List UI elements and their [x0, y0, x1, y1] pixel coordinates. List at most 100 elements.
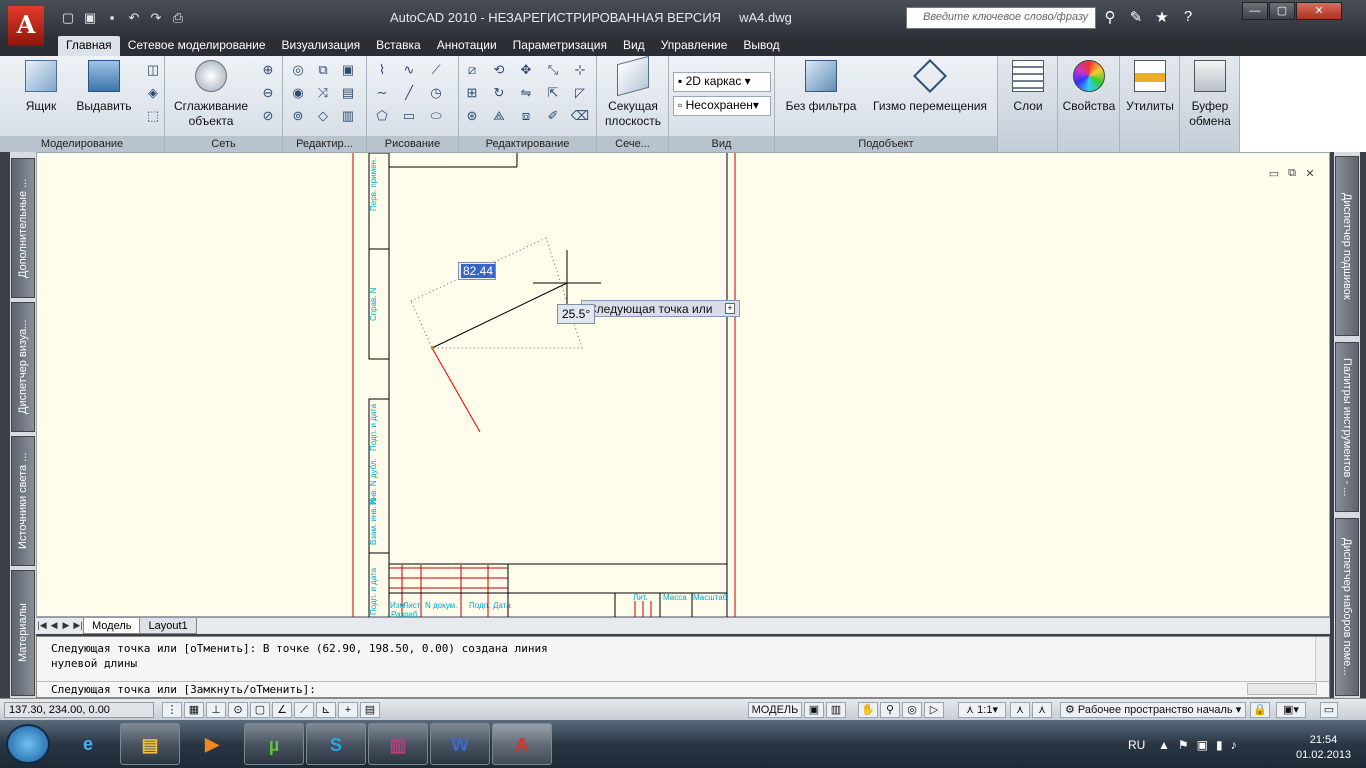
polygon-icon[interactable]: ⬠: [371, 106, 393, 126]
next-layout-arrow[interactable]: ▶: [60, 618, 72, 632]
minimize-button[interactable]: —: [1242, 2, 1268, 20]
first-layout-arrow[interactable]: |◀: [36, 618, 48, 632]
chamfer-icon[interactable]: ◸: [569, 83, 591, 103]
wrench-icon[interactable]: ✎: [1126, 8, 1146, 26]
mesh-add-icon[interactable]: ⊕: [257, 60, 279, 80]
steering-wheel-icon[interactable]: ◎: [902, 702, 922, 718]
solid-box-icon[interactable]: ▣: [337, 60, 359, 80]
workspace-switch[interactable]: ⚙ Рабочее пространство началь ▾: [1060, 702, 1246, 718]
layout2-icon[interactable]: ▥: [826, 702, 846, 718]
panel-label-solid-edit[interactable]: Редактир...: [283, 136, 366, 152]
lineweight-toggle[interactable]: ▤: [360, 702, 380, 718]
panel-label-modeling[interactable]: Моделирование: [0, 136, 164, 152]
panel-label-subobject[interactable]: Подобъект: [775, 136, 997, 152]
dyn-toggle[interactable]: +: [338, 702, 358, 718]
palette-tab-additional[interactable]: Дополнительные ...: [11, 158, 35, 298]
helix-icon[interactable]: ∿: [398, 60, 420, 80]
zoom-icon[interactable]: ⚲: [880, 702, 900, 718]
extrude-button[interactable]: Выдавить: [72, 60, 136, 114]
tab-layout1[interactable]: Layout1: [139, 618, 197, 634]
word-icon[interactable]: W: [430, 723, 490, 765]
utorrent-icon[interactable]: µ: [244, 723, 304, 765]
lock-icon[interactable]: 🔒: [1250, 702, 1270, 718]
thicken-icon[interactable]: ◇: [312, 106, 334, 126]
viewport-close-button[interactable]: ✕: [1303, 167, 1317, 180]
close-button[interactable]: ✕: [1296, 2, 1342, 20]
command-hscroll[interactable]: [1247, 683, 1317, 695]
tab-render[interactable]: Визуализация: [274, 36, 369, 56]
polyline-icon[interactable]: ⌇: [371, 60, 393, 80]
annotation-scale[interactable]: ⋏ 1:1▾: [958, 702, 1006, 718]
align-icon[interactable]: ⟁: [488, 106, 510, 126]
help-icon[interactable]: ?: [1178, 8, 1198, 26]
rotate-icon[interactable]: ↻: [488, 83, 510, 103]
mirror-icon[interactable]: ⇋: [515, 83, 537, 103]
tab-model[interactable]: Модель: [83, 618, 141, 634]
panel-label-view[interactable]: Вид: [669, 136, 774, 152]
subtract-icon[interactable]: ◉: [287, 83, 309, 103]
star-icon[interactable]: ★: [1152, 8, 1172, 26]
tab-home[interactable]: Главная: [58, 36, 120, 56]
coordinates-readout[interactable]: 137.30, 234.00, 0.00: [4, 702, 154, 718]
save-icon[interactable]: ▪: [102, 8, 122, 28]
clean-screen-icon[interactable]: ▭: [1320, 702, 1338, 718]
offset-icon[interactable]: ⧈: [515, 106, 537, 126]
redo-icon[interactable]: ↷: [146, 8, 166, 28]
3darray-icon[interactable]: ⊛: [461, 106, 483, 126]
union-icon[interactable]: ◎: [287, 60, 309, 80]
maximize-button[interactable]: ▢: [1269, 2, 1295, 20]
layers-button[interactable]: Слои: [1002, 60, 1054, 114]
winrar-icon[interactable]: ▥: [368, 723, 428, 765]
tab-manage[interactable]: Управление: [653, 36, 736, 56]
line-icon[interactable]: ⟋: [425, 60, 447, 80]
tray-volume-icon[interactable]: ♪: [1231, 738, 1237, 752]
sweep-icon[interactable]: ⬚: [142, 106, 164, 126]
trim-icon[interactable]: ⊹: [569, 60, 591, 80]
layout-icon[interactable]: ▣: [804, 702, 824, 718]
palette-tab-visual-styles[interactable]: Диспетчер визуа...: [11, 302, 35, 432]
model-toggle[interactable]: МОДЕЛЬ: [748, 702, 802, 718]
application-menu-button[interactable]: A: [8, 6, 44, 46]
dynamic-input-length[interactable]: 82.44: [458, 262, 496, 280]
viewport-minimize-button[interactable]: ▭: [1267, 167, 1281, 180]
tab-mesh-modeling[interactable]: Сетевое моделирование: [120, 36, 274, 56]
prompt-options-icon[interactable]: +: [725, 303, 735, 314]
ellipse-icon[interactable]: ⬭: [425, 106, 447, 126]
erase-icon[interactable]: ⌫: [569, 106, 591, 126]
hardware-accel-icon[interactable]: ▣▾: [1276, 702, 1306, 718]
autocad-icon[interactable]: A: [492, 723, 552, 765]
showmotion-icon[interactable]: ▷: [924, 702, 944, 718]
section-plane-button[interactable]: Секущая плоскость: [601, 55, 665, 129]
palette-tab-markup-sets[interactable]: Диспетчер наборов поме...: [1335, 518, 1359, 696]
box-button[interactable]: Ящик: [16, 60, 66, 114]
mesh-remove-icon[interactable]: ⊖: [257, 83, 279, 103]
properties-button[interactable]: Свойства: [1060, 60, 1118, 114]
tray-flag-icon[interactable]: ⚑: [1178, 738, 1189, 752]
pan-icon[interactable]: ✋: [858, 702, 878, 718]
otrack-toggle[interactable]: ⟋: [294, 702, 314, 718]
panel-label-section[interactable]: Сече...: [597, 136, 668, 152]
command-input[interactable]: Следующая точка или [Замкнуть/оТменить]:: [51, 683, 316, 696]
match-properties-icon[interactable]: ✐: [542, 106, 564, 126]
binoculars-icon[interactable]: ⚲: [1100, 8, 1120, 26]
plot-icon[interactable]: ⎙: [168, 8, 188, 28]
palette-tab-tool-palettes[interactable]: Палитры инструментов - ...: [1335, 342, 1359, 512]
slice-icon[interactable]: ▥: [337, 106, 359, 126]
utilities-button[interactable]: Утилиты: [1122, 60, 1178, 114]
move-icon[interactable]: ✥: [515, 60, 537, 80]
command-scrollbar[interactable]: [1315, 637, 1329, 681]
tab-view[interactable]: Вид: [615, 36, 653, 56]
smooth-object-button[interactable]: Сглаживание объекта: [171, 60, 251, 129]
rotate3d-icon[interactable]: ⟲: [488, 60, 510, 80]
intersect-icon[interactable]: ⊚: [287, 106, 309, 126]
grid-toggle[interactable]: ▦: [184, 702, 204, 718]
mesh-refine-icon[interactable]: ⊘: [257, 106, 279, 126]
panel-label-mesh[interactable]: Сеть: [165, 136, 282, 152]
search-input[interactable]: Введите ключевое слово/фразу: [906, 7, 1096, 29]
tray-device-icon[interactable]: ▣: [1197, 738, 1208, 752]
tray-network-icon[interactable]: ▮: [1216, 738, 1223, 752]
view-select[interactable]: ▫ Несохранен▾: [673, 96, 771, 116]
start-button[interactable]: [6, 724, 50, 764]
dynamic-input-angle[interactable]: 25.5°: [557, 304, 595, 324]
language-indicator[interactable]: RU: [1128, 738, 1145, 752]
